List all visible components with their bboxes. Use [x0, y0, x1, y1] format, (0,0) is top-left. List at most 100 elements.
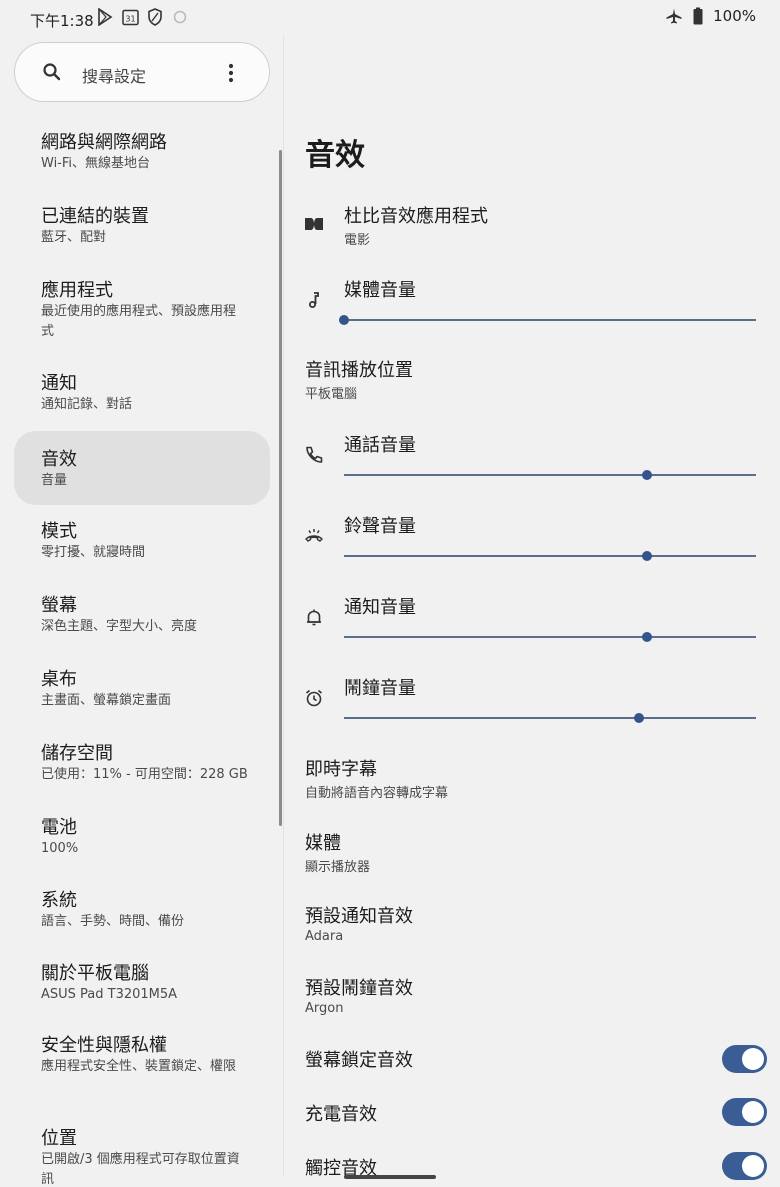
screen-lock-sound-toggle[interactable]: [722, 1045, 767, 1073]
alarm-clock-icon: [304, 688, 324, 708]
slider-track: [344, 636, 756, 638]
nav-item-subtitle: 藍牙、配對: [41, 230, 107, 245]
nav-item-subtitle: 已開啟/3 個應用程式可存取位置資訊: [41, 1152, 240, 1184]
nav-item-title: 音效: [41, 449, 77, 470]
nav-item-battery[interactable]: 電池 100%: [14, 803, 270, 877]
more-options-icon[interactable]: [221, 61, 241, 85]
slider-thumb[interactable]: [641, 470, 652, 480]
nav-item-subtitle: 已使用：11% - 可用空間：228 GB: [41, 767, 248, 782]
nav-item-sound[interactable]: 音效 音量: [14, 431, 270, 505]
calendar-day: 31: [125, 14, 135, 23]
slider-track: [344, 717, 756, 719]
nav-item-subtitle: 最近使用的應用程式、預設應用程式: [41, 304, 237, 339]
screen-lock-sound-row[interactable]: 螢幕鎖定音效: [284, 1040, 780, 1080]
nav-item-notifications[interactable]: 通知 通知記錄、對話: [14, 359, 270, 433]
bell-icon: [304, 607, 324, 627]
media-row[interactable]: 媒體 顯示播放器: [284, 825, 780, 881]
nav-item-subtitle: 應用程式安全性、裝置鎖定、權限: [41, 1059, 237, 1074]
nav-item-display[interactable]: 螢幕 深色主題、字型大小、亮度: [14, 581, 270, 655]
nav-item-subtitle: 音量: [41, 473, 68, 488]
nav-item-title: 關於平板電腦: [41, 963, 149, 984]
nav-item-title: 已連結的裝置: [41, 206, 149, 227]
notification-volume-title: 通知音量: [344, 597, 416, 618]
audio-output-subtitle: 平板電腦: [305, 387, 358, 402]
notification-volume-row: 通知音量: [284, 589, 780, 649]
media-volume-title: 媒體音量: [344, 280, 416, 301]
default-notification-sound-title: 預設通知音效: [305, 906, 413, 927]
nav-scrollbar[interactable]: [279, 150, 282, 826]
nav-item-title: 桌布: [41, 669, 77, 690]
search-bar[interactable]: 搜尋設定: [14, 42, 270, 102]
nav-item-subtitle: Wi-Fi、無線基地台: [41, 156, 151, 171]
default-alarm-sound-row[interactable]: 預設鬧鐘音效 Argon: [284, 970, 780, 1026]
slider-thumb[interactable]: [633, 713, 644, 723]
ring-volume-slider[interactable]: [344, 548, 756, 564]
ring-volume-icon: [304, 526, 324, 546]
nav-item-wallpaper[interactable]: 桌布 主畫面、螢幕鎖定畫面: [14, 655, 270, 729]
nav-item-modes[interactable]: 模式 零打擾、就寢時間: [14, 507, 270, 581]
nav-item-storage[interactable]: 儲存空間 已使用：11% - 可用空間：228 GB: [14, 729, 270, 803]
audio-output-row[interactable]: 音訊播放位置 平板電腦: [284, 352, 780, 408]
live-caption-subtitle: 自動將語音內容轉成字幕: [305, 786, 449, 801]
nav-item-subtitle: 100%: [41, 841, 79, 856]
toggle-knob: [742, 1155, 764, 1177]
call-volume-row: 通話音量: [284, 427, 780, 487]
live-caption-title: 即時字幕: [305, 759, 377, 780]
slider-thumb[interactable]: [641, 551, 652, 561]
nav-item-apps[interactable]: 應用程式 最近使用的應用程式、預設應用程式: [14, 266, 270, 360]
media-volume-slider[interactable]: [339, 312, 756, 328]
media-volume-row: 媒體音量: [284, 272, 780, 332]
nav-item-title: 安全性與隱私權: [41, 1035, 167, 1056]
nav-item-title: 位置: [41, 1128, 77, 1149]
live-caption-row[interactable]: 即時字幕 自動將語音內容轉成字幕: [284, 751, 780, 807]
touch-sound-row[interactable]: 觸控音效: [284, 1148, 780, 1187]
settings-nav-pane: 搜尋設定 網路與網際網路 Wi-Fi、無線基地台 已連結的裝置 藍牙、配對 應用…: [0, 36, 284, 1187]
nav-item-title: 通知: [41, 373, 77, 394]
nav-item-title: 螢幕: [41, 595, 77, 616]
dolby-subtitle: 電影: [344, 233, 371, 248]
search-input[interactable]: 搜尋設定: [82, 63, 146, 87]
notification-volume-slider[interactable]: [344, 629, 756, 645]
toggle-knob: [742, 1101, 764, 1123]
nav-item-subtitle: 語言、手勢、時間、備份: [41, 914, 185, 929]
default-notification-sound-value: Adara: [305, 929, 344, 944]
call-volume-title: 通話音量: [344, 435, 416, 456]
charging-sound-row[interactable]: 充電音效: [284, 1094, 780, 1134]
nav-item-connected-devices[interactable]: 已連結的裝置 藍牙、配對: [14, 192, 270, 266]
dolby-title: 杜比音效應用程式: [344, 206, 488, 227]
slider-track: [344, 319, 756, 321]
nav-item-subtitle: 主畫面、螢幕鎖定畫面: [41, 693, 172, 708]
phone-icon: [304, 445, 324, 465]
dolby-row[interactable]: 杜比音效應用程式 電影: [284, 196, 780, 256]
nav-item-title: 電池: [41, 817, 77, 838]
default-notification-sound-row[interactable]: 預設通知音效 Adara: [284, 898, 780, 954]
ring-volume-row: 鈴聲音量: [284, 508, 780, 568]
gesture-nav-handle[interactable]: [344, 1175, 436, 1179]
nav-item-subtitle: 深色主題、字型大小、亮度: [41, 619, 198, 634]
nav-item-about-tablet[interactable]: 關於平板電腦 ASUS Pad T3201M5A: [14, 949, 270, 1023]
nav-item-title: 模式: [41, 521, 77, 542]
default-alarm-sound-title: 預設鬧鐘音效: [305, 978, 413, 999]
touch-sound-toggle[interactable]: [722, 1152, 767, 1180]
toggle-knob: [742, 1048, 764, 1070]
slider-thumb[interactable]: [641, 632, 652, 642]
nav-item-network[interactable]: 網路與網際網路 Wi-Fi、無線基地台: [14, 118, 270, 192]
slider-thumb[interactable]: [339, 315, 349, 325]
alarm-volume-title: 鬧鐘音量: [344, 678, 416, 699]
sync-icon: [171, 8, 189, 26]
slider-track: [344, 474, 756, 476]
alarm-volume-row: 鬧鐘音量: [284, 670, 780, 730]
nav-item-location[interactable]: 位置 已開啟/3 個應用程式可存取位置資訊: [14, 1114, 270, 1184]
screen-lock-sound-title: 螢幕鎖定音效: [305, 1050, 413, 1071]
nav-item-security-privacy[interactable]: 安全性與隱私權 應用程式安全性、裝置鎖定、權限: [14, 1021, 270, 1115]
media-subtitle: 顯示播放器: [305, 860, 371, 875]
shield-icon: [146, 8, 164, 26]
search-icon[interactable]: [42, 62, 62, 82]
alarm-volume-slider[interactable]: [344, 710, 756, 726]
charging-sound-toggle[interactable]: [722, 1098, 767, 1126]
nav-item-subtitle: ASUS Pad T3201M5A: [41, 987, 178, 1002]
status-notification-icons: 31: [96, 8, 189, 26]
play-store-icon: [96, 8, 114, 26]
call-volume-slider[interactable]: [344, 467, 756, 483]
nav-item-system[interactable]: 系統 語言、手勢、時間、備份: [14, 876, 270, 950]
